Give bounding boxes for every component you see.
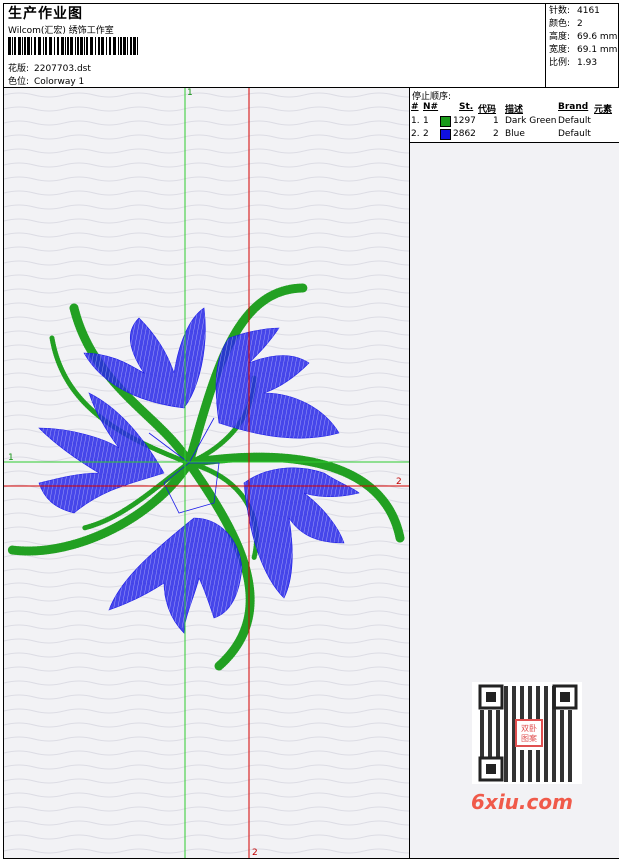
barcode: [8, 37, 138, 55]
stats-divider: [545, 3, 546, 88]
design-file-value: 2207703.dst: [34, 64, 91, 74]
design-file-label: 花版:: [8, 64, 30, 74]
table-row[interactable]: 2. 2 2862 2 Blue Default: [411, 129, 617, 141]
studio-name: Wilcom(汇宏) 绣饰工作室: [8, 26, 114, 36]
design-canvas[interactable]: [4, 88, 409, 858]
stat-scale: 比例: 1.93: [549, 58, 598, 68]
table-row[interactable]: 1. 1 1297 1 Dark Green Default: [411, 116, 617, 128]
stop-sequence-title: 停止顺序:: [412, 92, 452, 102]
qr-code-watermark: 双卧 图案: [472, 682, 582, 784]
colorway-label: 色位:: [8, 77, 30, 87]
design-file-row: 花版: 2207703.dst: [8, 61, 91, 74]
col-brand: Brand: [558, 102, 589, 112]
page-title: 生产作业图: [8, 6, 83, 22]
embroidery-preview: [4, 88, 409, 858]
stat-width: 宽度: 69.1 mm: [549, 45, 618, 55]
color-swatch: [440, 129, 451, 140]
colorway-row: 色位: Colorway 1: [8, 74, 84, 87]
color-swatch: [440, 116, 451, 127]
col-description: 描述: [505, 105, 524, 115]
col-stitches: St.: [459, 102, 474, 112]
green-axis-top-label: 1: [187, 88, 193, 98]
watermark-site: 6xiu.com: [471, 790, 573, 814]
stat-colors: 颜色: 2: [549, 19, 583, 29]
stats-block: 针数: 4161 颜色: 2 高度: 69.6 mm 宽度: 69.1 mm 比例: 1.…: [549, 5, 617, 70]
colorway-value: Colorway 1: [34, 77, 85, 87]
col-needle: N#: [423, 102, 439, 112]
stat-stitches: 针数: 4161: [549, 6, 600, 16]
red-axis-bottom-label: 2: [252, 848, 258, 858]
green-axis-left-label: 1: [8, 453, 14, 463]
col-code: 代码: [478, 105, 497, 115]
col-element: 元素: [594, 105, 613, 115]
stat-height: 高度: 69.6 mm: [549, 32, 618, 42]
svg-text:图案: 图案: [521, 733, 537, 743]
red-axis-right-label: 2: [396, 477, 402, 487]
svg-text:双卧: 双卧: [521, 724, 537, 733]
col-index: #: [411, 102, 419, 112]
stop-table-bottom: [410, 142, 619, 143]
